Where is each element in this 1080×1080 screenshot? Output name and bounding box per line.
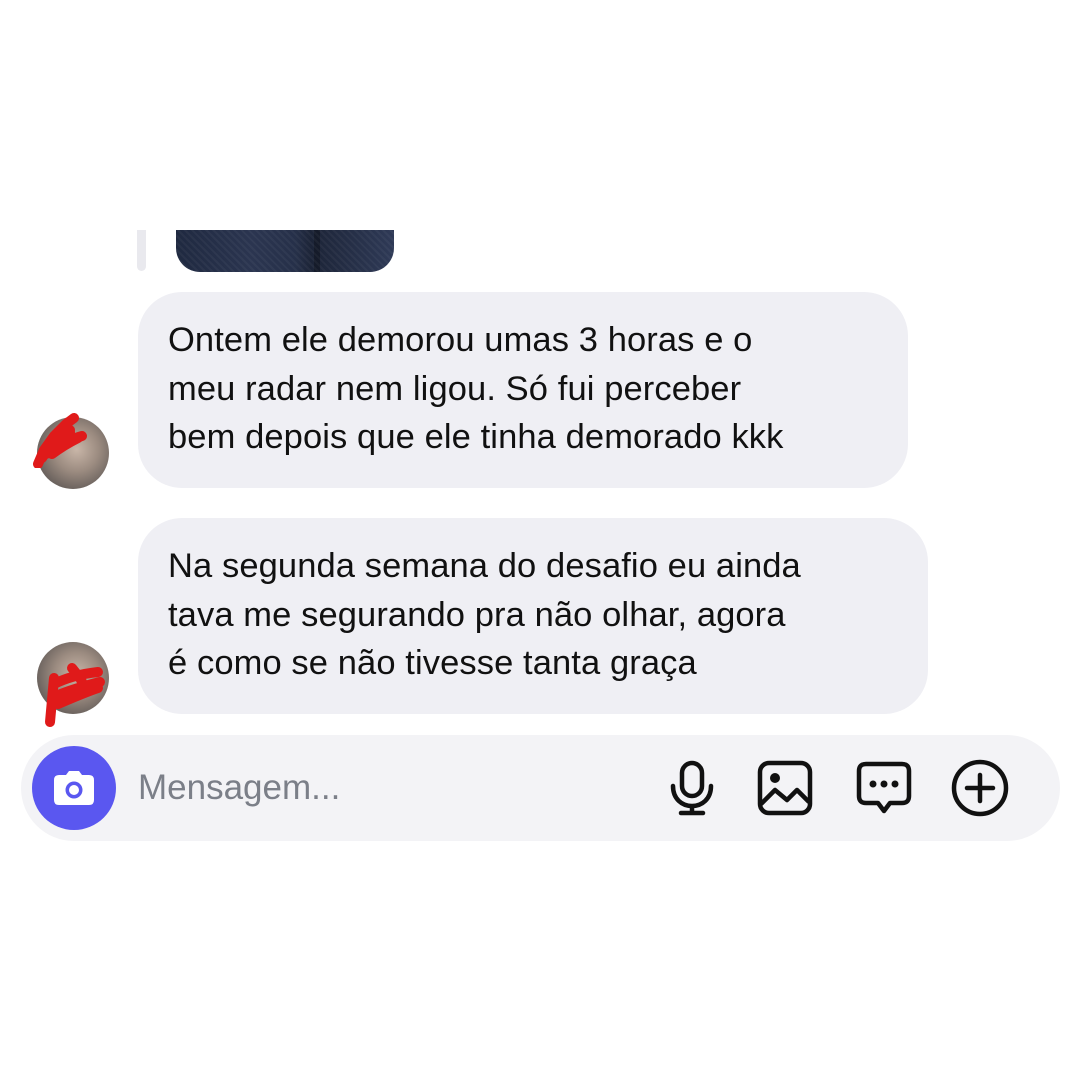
- sender-avatar[interactable]: [37, 642, 109, 714]
- image-message[interactable]: [176, 230, 394, 272]
- camera-icon: [54, 771, 94, 805]
- more-button[interactable]: [950, 758, 1010, 818]
- gallery-button[interactable]: [755, 758, 815, 818]
- message-input[interactable]: [138, 759, 638, 817]
- message-text-line: tava me segurando pra não olhar, agora: [168, 595, 786, 634]
- microphone-button[interactable]: [662, 758, 722, 818]
- message-text-line: Na segunda semana do desafio eu ainda: [168, 547, 801, 585]
- sticker-button[interactable]: [854, 758, 914, 818]
- microphone-icon: [670, 760, 714, 816]
- message-text-line: meu radar nem ligou. Só fui perceber: [168, 369, 742, 408]
- message-text-line: bem depois que ele tinha demorado kkk: [168, 418, 784, 456]
- plus-icon: [951, 759, 1009, 817]
- sticker-icon: [856, 761, 912, 814]
- reply-indicator: [137, 230, 146, 271]
- message-text-line: é como se não tivesse tanta graça: [168, 644, 697, 682]
- chat-thread: Ontem ele demorou umas 3 horas e o meu r…: [0, 0, 1080, 1080]
- message-composer: [21, 735, 1060, 841]
- camera-button[interactable]: [32, 746, 116, 830]
- sender-avatar[interactable]: [37, 417, 109, 489]
- message-text-line: Ontem ele demorou umas 3 horas e o: [168, 321, 753, 359]
- message-bubble[interactable]: Ontem ele demorou umas 3 horas e o meu r…: [138, 292, 908, 488]
- gallery-icon: [757, 760, 813, 816]
- message-bubble[interactable]: Na segunda semana do desafio eu ainda ta…: [138, 518, 928, 714]
